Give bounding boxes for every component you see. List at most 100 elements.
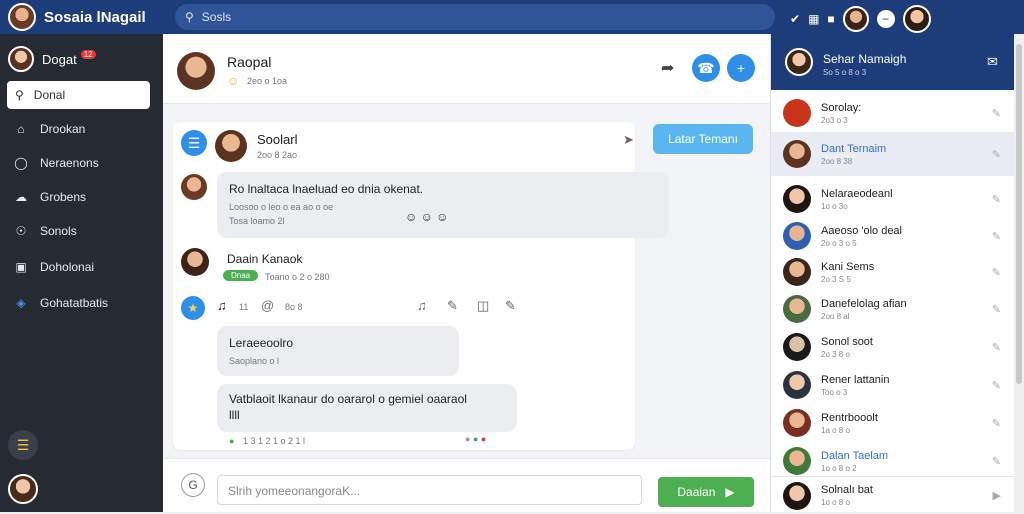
chat-area: Raopal ☺ 2eo o 1oa ➦ ☎ + ☰ Soolarl 2oo 8… [163,34,770,512]
edit-icon[interactable]: ✎ [992,341,1001,354]
contact-avatar [783,222,811,250]
sidebar-item-info[interactable]: ◯ Neraenons [14,156,98,170]
contact-item[interactable]: Sorolay: 2o3 o 3 ✎ [771,94,1015,132]
contacts-header: Sehar Namaigh So 5 o 8 o 3 ✉ [771,34,1015,90]
post-card: ☰ Soolarl 2oo 8 2ao ➤ Ro lnaltaca lnaelu… [173,122,669,450]
contact-item[interactable]: Sonol soot 2o 3 8 o ✎ [771,328,1015,366]
contact-item[interactable]: Dalan Taelam 1o o 8 o 2 ✎ [771,442,1015,480]
edit-icon[interactable]: ✎ [992,379,1001,392]
header-avatar[interactable] [785,48,813,76]
edit-icon[interactable]: ✎ [992,230,1001,243]
tiktok-icon[interactable]: ♫ [217,298,227,313]
brand[interactable]: Sosaia lNagail [8,3,146,31]
share-icon[interactable]: ➦ [661,58,674,78]
add-button[interactable]: + [727,54,755,82]
contact-avatar [783,409,811,437]
sidebar-user[interactable]: Dogat 12 [8,46,96,72]
search-bar[interactable]: ⚲ Sosls [175,4,775,30]
contact-item[interactable]: Rener lattanin Too o 3 ✎ [771,366,1015,404]
contact-item[interactable]: Nelaraeodeanl 1o o 3o ✎ [771,180,1015,218]
edit-icon[interactable]: ✎ [992,417,1001,430]
profile-avatar[interactable] [902,5,931,33]
message2-tag: Dnaa [223,270,259,281]
edit-icon[interactable]: ✎ [992,266,1001,279]
contact-avatar [783,295,811,323]
top-bar: Sosaia lNagail ⚲ Sosls ✔ ▦ ■ − [0,0,1024,34]
chat-icon[interactable]: ✉ [987,54,998,70]
like-icon[interactable]: ✎ [447,298,458,314]
chat-header: Raopal ☺ 2eo o 1oa ➦ ☎ + [163,34,770,104]
edit-icon[interactable]: ✎ [992,303,1001,316]
scrollbar-thumb[interactable] [1016,44,1022,384]
globe-icon[interactable]: ☰ [181,130,207,156]
bubble3: Leraeeoolro Saoplano o l [217,326,459,376]
contact-avatar [783,140,811,168]
follow-button[interactable]: Latar Temanı [653,124,753,154]
app-title: Sosaia lNagail [44,8,146,26]
send-icon: ▶ [725,485,735,499]
emoji-icon[interactable]: G [181,473,205,497]
bottom-avatar[interactable] [8,474,38,504]
bubble4-text2: llll [229,408,240,422]
home-icon: ⌂ [17,122,25,136]
sidebar-search[interactable]: ⚲ Donal [7,81,150,109]
message-input[interactable]: Slrih yomeeonangoraK... [217,475,642,505]
notifications-icon[interactable]: ■ [827,12,834,26]
smile-icon: ☺ [227,74,240,88]
edit-icon[interactable]: ✎ [992,193,1001,206]
cloud-icon: ☁ [15,190,27,204]
post-author: Soolarl [257,132,298,147]
apps-icon[interactable]: ▦ [808,12,819,26]
post-time: 2oo 8 2ao [257,150,298,160]
bubble4: Vatblaoit lkanaur do oararol o gemiel oa… [217,384,517,432]
edit-icon[interactable]: ✎ [992,455,1001,468]
reactions[interactable]: ☺ ☺ ☺ [405,210,448,224]
action-count: 11 [239,302,249,312]
edit-icon[interactable]: ✎ [992,148,1001,161]
contact-item[interactable]: Danefelolag afian 2oo 8 al ✎ [771,290,1015,328]
bubble4-text: Vatblaoit lkanaur do oararol o gemiel oa… [229,392,467,406]
scrollbar[interactable] [1014,34,1024,512]
compass-icon: ☉ [15,224,27,238]
top-avatar[interactable] [842,6,869,32]
gift-icon[interactable]: ◫ [477,298,489,314]
chat-avatar[interactable] [177,52,215,90]
contact-item[interactable]: Solnalı bat 1o o 8 o ▶ [771,476,1015,514]
sidebar-item-groups[interactable]: ☁ Grobens [14,190,86,204]
menu-icon[interactable]: ☰ [8,430,38,460]
send-button[interactable]: Daaian ▶ [658,477,754,507]
send-icon[interactable]: ▶ [993,489,1001,502]
call-button[interactable]: ☎ [692,54,720,82]
edit-icon[interactable]: ✎ [992,107,1001,120]
minus-icon[interactable]: − [876,10,895,28]
contact-avatar [783,371,811,399]
search-icon: ⚲ [185,10,194,24]
sidebar-item-home[interactable]: ⌂ Drookan [14,122,85,136]
pin-icon[interactable]: ➤ [623,132,634,148]
user-name: Dogat [42,51,77,67]
contact-item[interactable]: Kani Sems 2o 3 S 5 ✎ [771,253,1015,291]
sidebar-item-apps[interactable]: ◈ Gohatatbatis [14,296,108,310]
at-icon[interactable]: @ [261,298,274,313]
chat-name: Raopal [227,54,272,70]
edit-icon[interactable]: ✎ [505,298,516,314]
sidebar-item-compass[interactable]: ☉ Sonols [14,224,77,238]
brand-avatar [8,3,36,31]
star-icon[interactable]: ★ [181,296,205,320]
bubble3-sub: Saoplano o l [229,356,280,366]
post-author-avatar[interactable] [215,130,247,162]
contact-item[interactable]: Aaeoso 'olo deal 2o o 3 o 5 ✎ [771,217,1015,255]
sidebar-search-input[interactable]: Donal [34,88,65,102]
contact-item[interactable]: Rentrbooolt 1a o 8 o ✎ [771,404,1015,442]
message1-text: Ro lnaltaca lnaeluad eo dnia okenat. [229,182,424,196]
check-icon[interactable]: ✔ [790,12,800,26]
contact-item-highlight[interactable]: Dant Ternaim 2oo 8 38 ✎ [771,132,1015,176]
footer-time: 1 3 1 2 1 o 2 1 l [243,436,306,446]
search-input[interactable]: Sosls [202,10,231,24]
message2-name: Daain Kanaok [227,252,303,266]
contact-avatar [783,258,811,286]
header-sub: So 5 o 8 o 3 [823,68,867,77]
user-avatar [8,46,34,72]
bell-icon[interactable]: ♫ [417,298,427,313]
sidebar-item-folder[interactable]: ▣ Doholonai [14,260,94,274]
